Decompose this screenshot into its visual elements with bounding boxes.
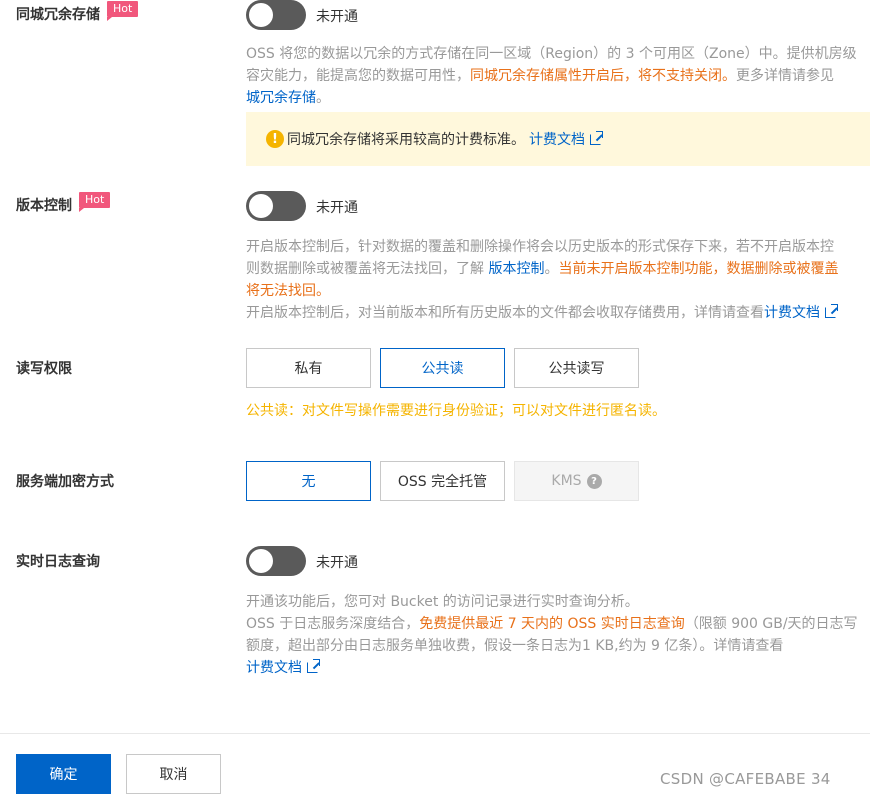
versioning-toggle[interactable] (246, 191, 306, 221)
versioning-fee-text: 开启版本控制后，对当前版本和所有历史版本的文件都会收取存储费用，详情请查看 (246, 305, 764, 321)
pricing-doc-link-text: 计费文档 (529, 132, 585, 148)
external-link-icon (307, 659, 320, 673)
footer-divider (0, 733, 870, 734)
realtime-log-desc-text: OSS 于日志服务深度结合， (246, 616, 420, 632)
watermark: CSDN @CAFEBABE 34 (660, 770, 831, 788)
redundancy-desc-line2: 容灾能力，能提高您的数据可用性，同城冗余存储属性开启后，将不支持关闭。更多详情请… (246, 65, 870, 87)
acl-option-group: 私有 公共读 公共读写 (246, 348, 639, 388)
encryption-option-kms: KMS? (514, 461, 639, 501)
versioning-desc-line1: 开启版本控制后，针对数据的覆盖和删除操作将会以历史版本的形式保存下来，若不开启版… (246, 239, 834, 255)
realtime-log-description: 开通该功能后，您可对 Bucket 的访问记录进行实时查询分析。 OSS 于日志… (246, 591, 870, 679)
external-link-icon (590, 131, 603, 145)
encryption-label: 服务端加密方式 (16, 471, 114, 491)
versioning-desc-text: 则数据删除或被覆盖将无法找回，了解 (246, 261, 489, 277)
realtime-log-label-text: 实时日志查询 (16, 554, 100, 570)
cancel-button[interactable]: 取消 (126, 754, 221, 794)
pricing-doc-link[interactable]: 计费文档 (529, 129, 603, 149)
toggle-knob (249, 3, 273, 27)
redundancy-label-text: 同城冗余存储 (16, 7, 100, 23)
redundancy-desc-line1: OSS 将您的数据以冗余的方式存储在同一区域（Region）的 3 个可用区（Z… (246, 46, 857, 62)
encryption-option-group: 无 OSS 完全托管 KMS? (246, 461, 639, 501)
acl-option-public-read[interactable]: 公共读 (380, 348, 505, 388)
versioning-doc-link[interactable]: 版本控制 (488, 261, 544, 277)
redundancy-desc-text: 容灾能力，能提高您的数据可用性， (246, 68, 470, 84)
versioning-label-text: 版本控制 (16, 198, 72, 214)
redundancy-toggle[interactable] (246, 0, 306, 30)
redundancy-desc-end: 。 (316, 90, 330, 106)
realtime-log-free-note: 免费提供最近 7 天内的 OSS 实时日志查询 (419, 616, 685, 632)
acl-label: 读写权限 (16, 358, 72, 378)
encryption-option-oss-managed[interactable]: OSS 完全托管 (380, 461, 505, 501)
versioning-warning-cont: 将无法找回。 (246, 283, 330, 299)
acl-option-public-read-write[interactable]: 公共读写 (514, 348, 639, 388)
hot-badge: Hot (107, 1, 139, 21)
versioning-pricing-link-text: 计费文档 (764, 305, 820, 321)
versioning-pricing-link[interactable]: 计费文档 (764, 304, 838, 321)
acl-option-private[interactable]: 私有 (246, 348, 371, 388)
redundancy-desc-line3: 城冗余存储。 (246, 87, 870, 109)
toggle-knob (249, 549, 273, 573)
warning-icon: ! (266, 130, 284, 148)
realtime-log-pricing-link-text: 计费文档 (246, 660, 302, 676)
acl-label-text: 读写权限 (16, 361, 72, 377)
versioning-status: 未开通 (316, 200, 358, 216)
realtime-log-desc-line2: OSS 于日志服务深度结合，免费提供最近 7 天内的 OSS 实时日志查询（限额… (246, 613, 870, 635)
external-link-icon (825, 304, 838, 318)
realtime-log-desc-line3: 额度，超出部分由日志服务单独收费，假设一条日志为1 KB,约为 9 亿条）。详情… (246, 638, 784, 654)
versioning-description: 开启版本控制后，针对数据的覆盖和删除操作将会以历史版本的形式保存下来，若不开启版… (246, 236, 870, 324)
versioning-desc-line2: 则数据删除或被覆盖将无法找回，了解 版本控制。当前未开启版本控制功能，数据删除或… (246, 258, 870, 280)
realtime-log-status: 未开通 (316, 555, 358, 571)
redundancy-label: 同城冗余存储 Hot (16, 1, 139, 24)
versioning-desc-line4: 开启版本控制后，对当前版本和所有历史版本的文件都会收取存储费用，详情请查看计费文… (246, 302, 870, 324)
redundancy-doc-link[interactable]: 城冗余存储 (246, 90, 316, 106)
realtime-log-quota: （限额 900 GB/天的日志写 (684, 616, 858, 632)
realtime-log-toggle[interactable] (246, 546, 306, 576)
redundancy-pricing-notice: ! 同城冗余存储将采用较高的计费标准。 计费文档 (246, 112, 870, 166)
help-icon[interactable]: ? (586, 473, 602, 489)
notice-text: 同城冗余存储将采用较高的计费标准。 (287, 132, 525, 148)
encryption-option-none[interactable]: 无 (246, 461, 371, 501)
versioning-label: 版本控制 Hot (16, 192, 111, 215)
realtime-log-desc-line4: 计费文档 (246, 657, 870, 679)
redundancy-irreversible-warning: 同城冗余存储属性开启后，将不支持关闭。 (470, 68, 736, 84)
redundancy-desc-more: 更多详情请参见 (736, 68, 834, 84)
versioning-desc-period: 。 (544, 261, 559, 277)
realtime-log-pricing-link[interactable]: 计费文档 (246, 659, 320, 676)
versioning-warning: 当前未开启版本控制功能，数据删除或被覆盖 (558, 261, 839, 277)
realtime-log-label: 实时日志查询 (16, 551, 100, 571)
realtime-log-desc-line1: 开通该功能后，您可对 Bucket 的访问记录进行实时查询分析。 (246, 594, 639, 610)
confirm-button[interactable]: 确定 (16, 754, 111, 794)
encryption-label-text: 服务端加密方式 (16, 474, 114, 490)
encryption-option-kms-label: KMS (551, 473, 582, 489)
redundancy-status: 未开通 (316, 9, 358, 25)
hot-badge: Hot (79, 192, 111, 212)
redundancy-description: OSS 将您的数据以冗余的方式存储在同一区域（Region）的 3 个可用区（Z… (246, 43, 870, 109)
toggle-knob (249, 194, 273, 218)
acl-hint: 公共读：对文件写操作需要进行身份验证；可以对文件进行匿名读。 (246, 403, 666, 419)
